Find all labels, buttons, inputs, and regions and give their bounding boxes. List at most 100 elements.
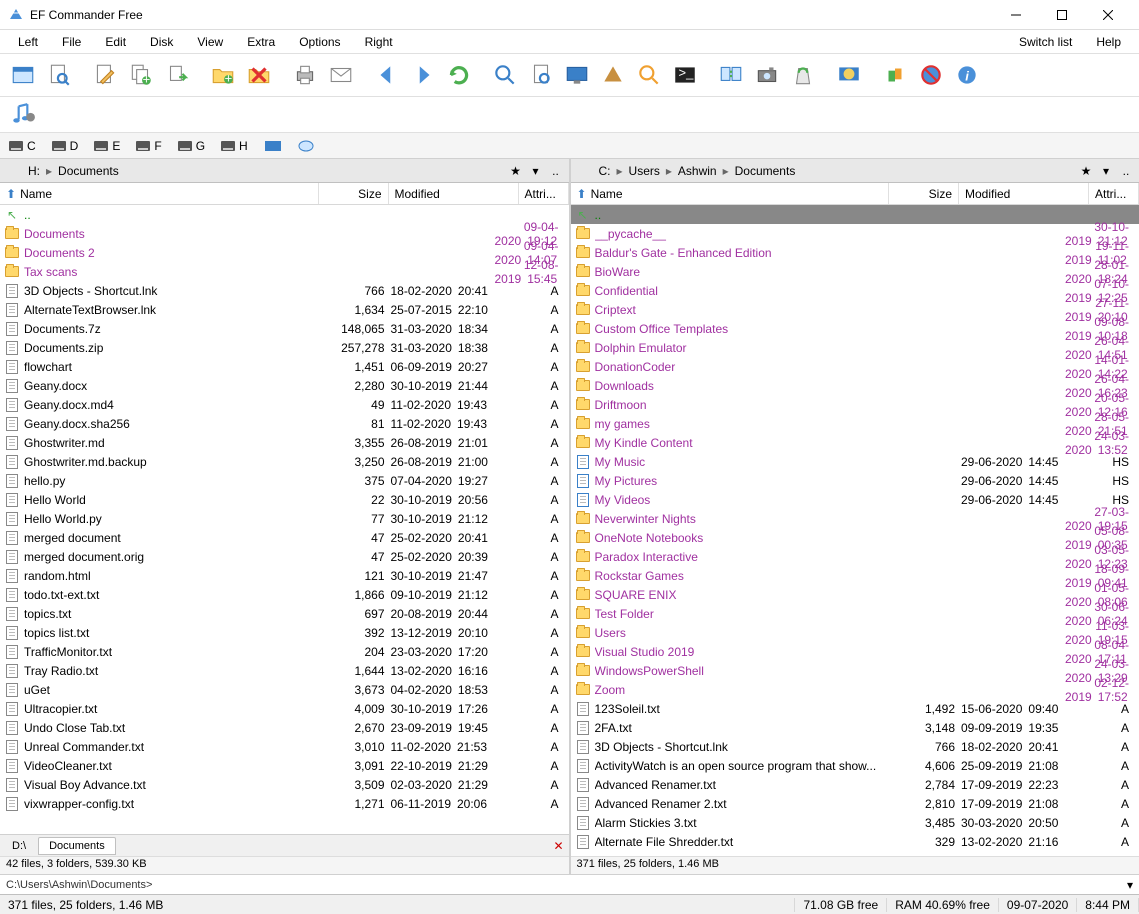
right-crumb-0[interactable]: Users: [625, 164, 664, 178]
right-history-icon[interactable]: ▾: [1097, 162, 1115, 180]
search-file-icon[interactable]: [42, 58, 76, 92]
drive-desktop[interactable]: [259, 137, 291, 155]
print-icon[interactable]: [288, 58, 322, 92]
left-favorite-icon[interactable]: ★: [507, 162, 525, 180]
menu-file[interactable]: File: [50, 33, 93, 51]
maximize-button[interactable]: [1039, 0, 1085, 30]
file-row[interactable]: 3D Objects - Shortcut.lnk76618-02-202020…: [0, 281, 569, 300]
file-row[interactable]: WindowsPowerShell24-03-202013:29: [571, 661, 1139, 680]
drive-e[interactable]: E: [89, 136, 129, 156]
file-row[interactable]: BioWare28-01-202018:24: [571, 262, 1139, 281]
file-row[interactable]: DonationCoder14-01-202014:22: [571, 357, 1139, 376]
file-row[interactable]: Confidential07-10-201912:25: [571, 281, 1139, 300]
file-row[interactable]: OneNote Notebooks05-08-201900:35: [571, 528, 1139, 547]
file-row[interactable]: Alternate File Shredder.txt32913-02-2020…: [571, 832, 1139, 851]
right-up-icon[interactable]: ..: [1117, 162, 1135, 180]
file-row[interactable]: Baldur's Gate - Enhanced Edition19-11-20…: [571, 243, 1139, 262]
file-row[interactable]: Custom Office Templates09-08-201910:18: [571, 319, 1139, 338]
file-row[interactable]: ↖..: [571, 205, 1139, 224]
left-file-list[interactable]: ↖..Documents09-04-202019:12Documents 209…: [0, 205, 569, 834]
file-row[interactable]: Rockstar Games18-09-201909:41: [571, 566, 1139, 585]
file-row[interactable]: uGet3,67304-02-202018:53A: [0, 680, 569, 699]
info-icon[interactable]: i: [950, 58, 984, 92]
menu-disk[interactable]: Disk: [138, 33, 185, 51]
right-favorite-icon[interactable]: ★: [1077, 162, 1095, 180]
drive-h[interactable]: H: [216, 136, 257, 156]
file-row[interactable]: VideoCleaner.txt3,09122-10-201921:29A: [0, 756, 569, 775]
new-folder-icon[interactable]: +: [206, 58, 240, 92]
file-row[interactable]: SQUARE ENIX01-05-202008:06: [571, 585, 1139, 604]
file-row[interactable]: My Kindle Content24-03-202013:52: [571, 433, 1139, 452]
file-row[interactable]: 3D Objects - Shortcut.lnk76618-02-202020…: [571, 737, 1139, 756]
file-row[interactable]: Users11-03-202019:15: [571, 623, 1139, 642]
file-row[interactable]: Zoom02-12-201917:52: [571, 680, 1139, 699]
file-row[interactable]: Geany.docx2,28030-10-201921:44A: [0, 376, 569, 395]
file-row[interactable]: Alarm Stickies 3.txt3,48530-03-202020:50…: [571, 813, 1139, 832]
file-row[interactable]: merged document.orig4725-02-202020:39A: [0, 547, 569, 566]
file-row[interactable]: My Music29-06-202014:45HS: [571, 452, 1139, 471]
file-row[interactable]: todo.txt-ext.txt1,86609-10-201921:12A: [0, 585, 569, 604]
right-crumb-2[interactable]: Documents: [731, 164, 800, 178]
right-file-list[interactable]: ↖..__pycache__30-10-201921:12Baldur's Ga…: [571, 205, 1139, 856]
drive-f[interactable]: F: [131, 136, 170, 156]
move-icon[interactable]: [160, 58, 194, 92]
right-col-attr[interactable]: Attri...: [1089, 183, 1139, 204]
refresh-icon[interactable]: [442, 58, 476, 92]
edit-icon[interactable]: [88, 58, 122, 92]
file-row[interactable]: Hello World2230-10-201920:56A: [0, 490, 569, 509]
left-drive-icon[interactable]: [4, 162, 22, 180]
plugin-icon[interactable]: [878, 58, 912, 92]
back-icon[interactable]: [370, 58, 404, 92]
left-up-icon[interactable]: ..: [547, 162, 565, 180]
file-row[interactable]: Ghostwriter.md3,35526-08-201921:01A: [0, 433, 569, 452]
right-col-size[interactable]: Size: [889, 183, 959, 204]
file-row[interactable]: Geany.docx.md44911-02-202019:43A: [0, 395, 569, 414]
file-row[interactable]: Ghostwriter.md.backup3,25026-08-201921:0…: [0, 452, 569, 471]
view-icon[interactable]: [6, 58, 40, 92]
file-row[interactable]: AlternateTextBrowser.lnk1,63425-07-20152…: [0, 300, 569, 319]
drive-other[interactable]: [293, 137, 323, 155]
copy-icon[interactable]: +: [124, 58, 158, 92]
file-row[interactable]: Driftmoon20-05-202012:16: [571, 395, 1139, 414]
file-row[interactable]: Documents09-04-202019:12: [0, 224, 569, 243]
file-row[interactable]: Downloads26-04-202016:23: [571, 376, 1139, 395]
drive-c[interactable]: C: [4, 136, 45, 156]
screen-icon[interactable]: [560, 58, 594, 92]
doc-view-icon[interactable]: [524, 58, 558, 92]
drive-d[interactable]: D: [47, 136, 88, 156]
left-tab-drive[interactable]: D:\: [2, 838, 36, 854]
close-button[interactable]: [1085, 0, 1131, 30]
file-row[interactable]: Documents.7z148,06531-03-202018:34A: [0, 319, 569, 338]
magnify-icon[interactable]: [488, 58, 522, 92]
mail-icon[interactable]: [324, 58, 358, 92]
recycle-icon[interactable]: [786, 58, 820, 92]
file-row[interactable]: Unreal Commander.txt3,01011-02-202021:53…: [0, 737, 569, 756]
right-crumb-1[interactable]: Ashwin: [674, 164, 721, 178]
menu-switch-list[interactable]: Switch list: [1007, 33, 1084, 51]
left-col-size[interactable]: Size: [319, 183, 389, 204]
file-row[interactable]: ActivityWatch is an open source program …: [571, 756, 1139, 775]
file-row[interactable]: Paradox Interactive03-05-202012:23: [571, 547, 1139, 566]
menu-edit[interactable]: Edit: [93, 33, 138, 51]
file-row[interactable]: Advanced Renamer 2.txt2,81017-09-201921:…: [571, 794, 1139, 813]
left-tab-close-icon[interactable]: ✕: [551, 838, 567, 854]
file-row[interactable]: Geany.docx.sha2568111-02-202019:43A: [0, 414, 569, 433]
camera-icon[interactable]: [750, 58, 784, 92]
media-icon[interactable]: [6, 98, 40, 132]
menu-left[interactable]: Left: [6, 33, 50, 51]
file-row[interactable]: 2FA.txt3,14809-09-201919:35A: [571, 718, 1139, 737]
file-row[interactable]: __pycache__30-10-201921:12: [571, 224, 1139, 243]
file-row[interactable]: Criptext27-11-201920:10: [571, 300, 1139, 319]
menu-view[interactable]: View: [185, 33, 235, 51]
file-row[interactable]: Documents.zip257,27831-03-202018:38A: [0, 338, 569, 357]
file-row[interactable]: Dolphin Emulator26-04-202014:51: [571, 338, 1139, 357]
right-drive-icon[interactable]: [575, 162, 593, 180]
sync-icon[interactable]: [714, 58, 748, 92]
file-row[interactable]: Tax scans12-08-201915:45: [0, 262, 569, 281]
command-dropdown-icon[interactable]: ▾: [1127, 878, 1133, 892]
file-row[interactable]: Undo Close Tab.txt2,67023-09-201919:45A: [0, 718, 569, 737]
left-drive-label[interactable]: H:: [24, 164, 44, 178]
left-crumb-0[interactable]: Documents: [54, 164, 123, 178]
file-row[interactable]: 123Soleil.txt1,49215-06-202009:40A: [571, 699, 1139, 718]
command-line[interactable]: C:\Users\Ashwin\Documents> ▾: [0, 874, 1139, 894]
